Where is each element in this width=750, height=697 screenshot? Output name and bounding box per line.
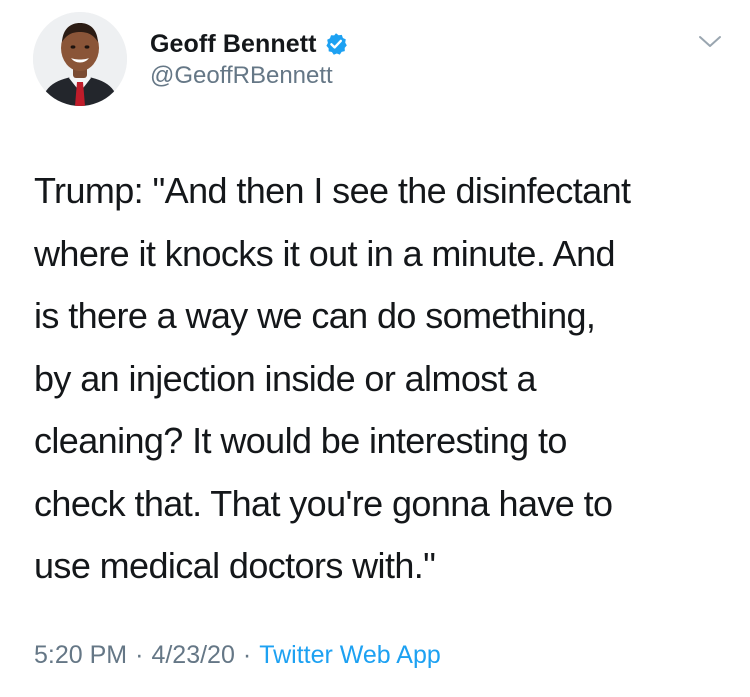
display-name[interactable]: Geoff Bennett bbox=[150, 30, 317, 59]
name-row: Geoff Bennett bbox=[150, 28, 348, 60]
tweet-time[interactable]: 5:20 PM bbox=[34, 641, 127, 669]
verified-badge-icon bbox=[324, 32, 348, 56]
chevron-down-icon bbox=[699, 36, 721, 47]
avatar[interactable] bbox=[33, 12, 127, 106]
more-options-button[interactable] bbox=[693, 30, 727, 54]
tweet-date[interactable]: 4/23/20 bbox=[151, 641, 234, 669]
tweet-source-link[interactable]: Twitter Web App bbox=[259, 641, 441, 669]
tweet: Geoff Bennett @GeoffRBennett Trump: "And… bbox=[0, 0, 750, 697]
tweet-meta: 5:20 PM · 4/23/20 · Twitter Web App bbox=[34, 641, 441, 670]
meta-separator: · bbox=[135, 641, 144, 669]
tweet-text: Trump: "And then I see the disinfectant … bbox=[34, 170, 631, 586]
user-handle[interactable]: @GeoffRBennett bbox=[150, 62, 348, 90]
tweet-header: Geoff Bennett @GeoffRBennett bbox=[150, 28, 348, 90]
profile-photo bbox=[33, 12, 127, 106]
meta-separator: · bbox=[242, 641, 252, 669]
